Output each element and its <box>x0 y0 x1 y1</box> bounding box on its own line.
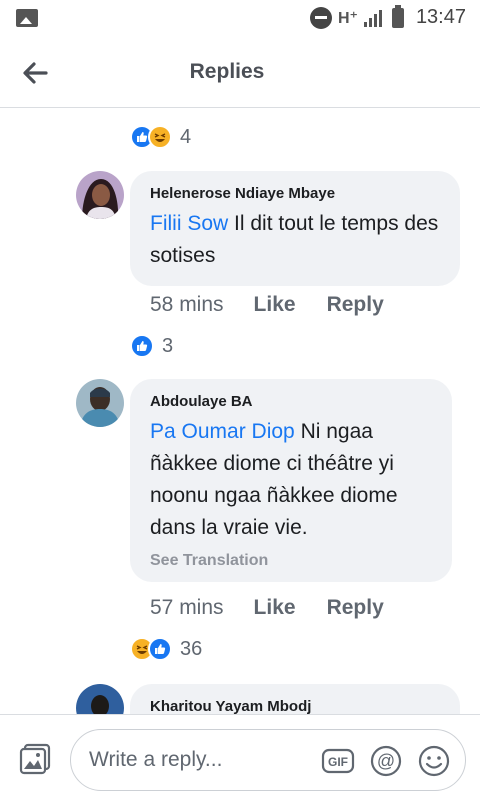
status-time: 13:47 <box>415 6 466 28</box>
comment-text: Pa Oumar Diop Ni ngaa ñàkkee diome ci th… <box>150 416 432 544</box>
comment-actions: 57 mins Like Reply <box>150 596 384 620</box>
at-icon: @ <box>370 745 402 777</box>
haha-reaction-icon <box>148 125 172 149</box>
comment-author[interactable]: Kharitou Yayam Mbodj <box>150 698 440 714</box>
comment-bubble[interactable]: Abdoulaye BA Pa Oumar Diop Ni ngaa ñàkke… <box>130 379 452 582</box>
mention-link[interactable]: Filii Sow <box>150 212 228 235</box>
svg-text:GIF: GIF <box>328 755 348 769</box>
like-button[interactable]: Like <box>254 293 296 317</box>
network-type: H⁺ <box>337 9 358 27</box>
reaction-summary[interactable]: 4 <box>130 125 191 149</box>
reaction-summary[interactable]: 3 <box>130 334 173 358</box>
like-button[interactable]: Like <box>254 596 296 620</box>
like-reaction-icon <box>148 637 172 661</box>
avatar[interactable] <box>76 684 124 714</box>
comment-time: 57 mins <box>150 596 224 619</box>
gif-button[interactable]: GIF <box>321 744 355 778</box>
gif-icon: GIF <box>321 748 355 774</box>
reaction-count: 4 <box>180 125 192 148</box>
comment-author[interactable]: Helenerose Ndiaye Mbaye <box>150 185 440 202</box>
avatar[interactable] <box>76 171 124 219</box>
mention-link[interactable]: Pa Oumar Diop <box>150 420 295 443</box>
reply-placeholder: Write a reply... <box>89 748 223 771</box>
battery-icon <box>391 4 404 28</box>
comment-actions: 58 mins Like Reply <box>150 293 384 317</box>
image-icon <box>16 9 38 27</box>
replies-feed[interactable]: 4 Helenerose Ndiaye Mbaye Filii Sow Il d… <box>0 109 480 714</box>
avatar[interactable] <box>76 379 124 427</box>
reply-button[interactable]: Reply <box>327 596 384 620</box>
reaction-count: 36 <box>180 637 203 660</box>
reply-input[interactable]: Write a reply... GIF @ <box>70 729 466 791</box>
emoji-button[interactable] <box>417 744 451 778</box>
photo-icon <box>19 743 51 775</box>
reaction-summary[interactable]: 36 <box>130 637 202 661</box>
status-icons: H⁺ 13:47 <box>309 4 466 29</box>
comment-bubble[interactable]: Kharitou Yayam Mbodj <box>130 684 460 714</box>
comment-bubble[interactable]: Helenerose Ndiaye Mbaye Filii Sow Il dit… <box>130 171 460 286</box>
like-reaction-icon <box>130 334 154 358</box>
svg-text:@: @ <box>377 751 395 771</box>
reaction-count: 3 <box>162 334 174 357</box>
photo-button[interactable] <box>18 742 52 776</box>
app-header: Replies <box>0 38 480 108</box>
status-bar: H⁺ 13:47 <box>0 0 480 38</box>
emoji-icon <box>418 745 450 777</box>
page-title: Replies <box>189 60 265 83</box>
comment-author[interactable]: Abdoulaye BA <box>150 393 432 410</box>
mention-button[interactable]: @ <box>369 744 403 778</box>
see-translation-link[interactable]: See Translation <box>150 552 432 570</box>
comment-time: 58 mins <box>150 293 224 316</box>
reply-composer: Write a reply... GIF @ <box>0 714 480 800</box>
do-not-disturb-icon <box>309 6 332 29</box>
comment-text: Filii Sow Il dit tout le temps des sotis… <box>150 208 440 272</box>
reply-button[interactable]: Reply <box>327 293 384 317</box>
signal-icon <box>363 9 382 27</box>
